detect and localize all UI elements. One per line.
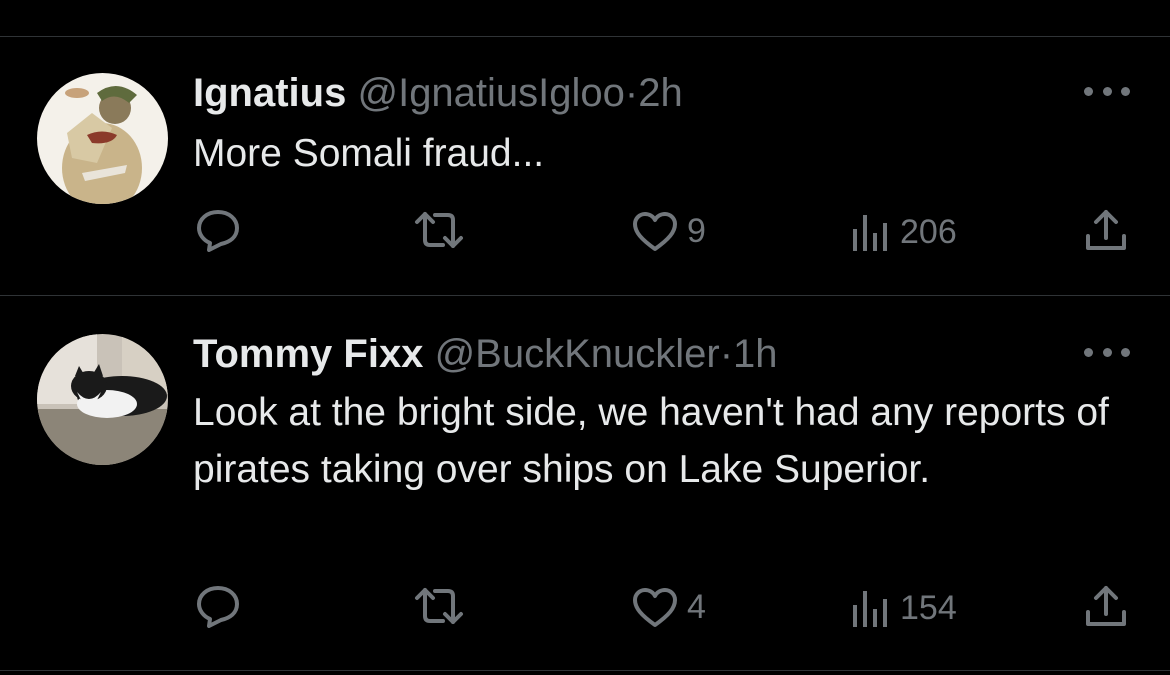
like-count: 4 (687, 587, 706, 626)
separator: · (719, 332, 734, 376)
view-count: 154 (900, 588, 957, 627)
share-icon (1086, 210, 1126, 250)
timestamp[interactable]: 2h (638, 71, 683, 115)
reply-icon (197, 210, 239, 252)
avatar-tommy-fixx[interactable] (37, 334, 168, 465)
more-icon[interactable] (1084, 84, 1130, 98)
retweet-icon (415, 212, 463, 248)
reply-button[interactable] (195, 208, 241, 252)
share-button[interactable] (1083, 208, 1129, 254)
tweet-text: More Somali fraud... (193, 132, 545, 175)
views-button[interactable]: 154 (850, 587, 957, 629)
display-name[interactable]: Tommy Fixx (193, 332, 423, 376)
reply-icon (197, 586, 239, 628)
timestamp[interactable]: 1h (733, 332, 778, 376)
bottom-divider (0, 670, 1170, 671)
share-button[interactable] (1083, 584, 1129, 630)
like-count: 9 (687, 211, 706, 250)
like-button[interactable]: 9 (631, 210, 706, 252)
view-count: 206 (900, 212, 957, 251)
avatar-ignatius[interactable] (37, 73, 168, 204)
more-icon[interactable] (1084, 345, 1130, 359)
tweet-ignatius[interactable]: Ignatius @IgnatiusIgloo·2h More Somali f… (0, 37, 1170, 295)
reply-button[interactable] (195, 584, 241, 628)
handle[interactable]: @BuckKnuckler (435, 332, 720, 376)
retweet-button[interactable] (413, 210, 465, 250)
share-icon (1086, 586, 1126, 626)
tweet-tommy-fixx[interactable]: Tommy Fixx @BuckKnuckler·1h Look at the … (0, 296, 1170, 670)
separator: · (624, 71, 639, 115)
views-icon (853, 591, 887, 627)
heart-icon (633, 212, 677, 251)
retweet-button[interactable] (413, 586, 465, 626)
tweet-header: Ignatius @IgnatiusIgloo·2h (193, 69, 683, 117)
tweet-header: Tommy Fixx @BuckKnuckler·1h (193, 330, 778, 378)
heart-icon (633, 588, 677, 627)
like-button[interactable]: 4 (631, 586, 706, 628)
views-button[interactable]: 206 (850, 211, 957, 253)
tweet-text: Look at the bright side, we haven't had … (193, 391, 1109, 491)
display-name[interactable]: Ignatius (193, 71, 346, 115)
views-icon (853, 215, 887, 251)
retweet-icon (415, 588, 463, 624)
handle[interactable]: @IgnatiusIgloo (357, 71, 624, 115)
